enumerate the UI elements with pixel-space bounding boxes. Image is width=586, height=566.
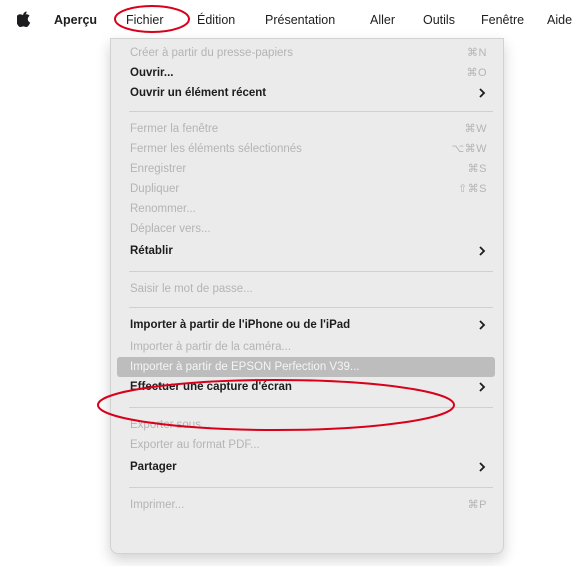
menu-separator: [129, 487, 493, 488]
menu-item-label: Saisir le mot de passe...: [130, 283, 253, 295]
menu-item-label: Importer à partir de la caméra...: [130, 341, 292, 353]
menu-bar: Aperçu Fichier Édition Présentation Alle…: [0, 0, 586, 38]
menu-separator: [129, 271, 493, 272]
menu-separator: [129, 407, 493, 408]
menu-item-label: Ouvrir...: [130, 67, 174, 79]
menu-item-label: Déplacer vers...: [130, 223, 211, 235]
fichier-dropdown-menu: Créer à partir du presse-papiers ⌘N Ouvr…: [110, 38, 504, 554]
menu-item-shortcut: ⌘W: [464, 123, 487, 135]
chevron-right-icon: [479, 320, 486, 330]
menu-fenetre[interactable]: Fenêtre: [481, 12, 524, 28]
menu-item-save: Enregistrer ⌘S: [117, 159, 495, 179]
menu-item-label: Enregistrer: [130, 163, 187, 175]
menu-item-open[interactable]: Ouvrir... ⌘O: [117, 63, 495, 83]
menu-aperçu[interactable]: Aperçu: [54, 12, 97, 28]
menu-item-label: Imprimer...: [130, 499, 185, 511]
menu-item-take-screenshot[interactable]: Effectuer une capture d'écran: [117, 377, 495, 397]
menu-item-shortcut: ⌘N: [467, 47, 487, 59]
menu-item-shortcut: ⌘O: [466, 67, 487, 79]
chevron-right-icon: [479, 462, 486, 472]
menu-presentation[interactable]: Présentation: [265, 12, 335, 28]
menu-item-export-as: Exporter sous...: [117, 415, 495, 435]
menu-aller[interactable]: Aller: [370, 12, 395, 28]
menu-item-duplicate: Dupliquer ⇧⌘S: [117, 179, 495, 199]
menu-item-label: Fermer les éléments sélectionnés: [130, 143, 302, 155]
menu-item-print: Imprimer... ⌘P: [117, 495, 495, 515]
menu-aide[interactable]: Aide: [547, 12, 572, 28]
menu-item-open-recent[interactable]: Ouvrir un élément récent: [117, 83, 495, 103]
menu-item-shortcut: ⌘P: [467, 499, 487, 511]
chevron-right-icon: [479, 88, 486, 98]
menu-item-close-window: Fermer la fenêtre ⌘W: [117, 119, 495, 139]
menu-item-import-iphone-ipad[interactable]: Importer à partir de l'iPhone ou de l'iP…: [117, 315, 495, 335]
menu-item-label: Dupliquer: [130, 183, 180, 195]
menu-item-shortcut: ⇧⌘S: [457, 183, 487, 195]
menu-item-label: Fermer la fenêtre: [130, 123, 219, 135]
chevron-right-icon: [479, 382, 486, 392]
menu-item-import-epson-scanner[interactable]: Importer à partir de EPSON Perfection V3…: [117, 357, 495, 377]
menu-item-revert[interactable]: Rétablir: [117, 241, 495, 261]
menu-item-import-camera: Importer à partir de la caméra...: [117, 337, 495, 357]
menu-item-label: Exporter au format PDF...: [130, 439, 260, 451]
menu-item-close-selected: Fermer les éléments sélectionnés ⌥⌘W: [117, 139, 495, 159]
menu-item-label: Effectuer une capture d'écran: [130, 381, 292, 393]
menu-item-create-from-clipboard: Créer à partir du presse-papiers ⌘N: [117, 43, 495, 63]
menu-item-enter-password: Saisir le mot de passe...: [117, 279, 495, 299]
menu-separator: [129, 111, 493, 112]
apple-logo-icon[interactable]: [17, 11, 31, 27]
menu-item-rename: Renommer...: [117, 199, 495, 219]
menu-item-label: Ouvrir un élément récent: [130, 87, 267, 99]
menu-item-move-to: Déplacer vers...: [117, 219, 495, 239]
menu-item-label: Rétablir: [130, 245, 173, 257]
menu-item-share[interactable]: Partager: [117, 457, 495, 477]
menu-edition[interactable]: Édition: [197, 12, 235, 28]
menu-fichier[interactable]: Fichier: [126, 12, 164, 28]
menu-item-shortcut: ⌘S: [467, 163, 487, 175]
menu-item-label: Créer à partir du presse-papiers: [130, 47, 293, 59]
menu-item-label: Renommer...: [130, 203, 196, 215]
menu-item-shortcut: ⌥⌘W: [451, 143, 487, 155]
chevron-right-icon: [479, 246, 486, 256]
menu-item-label: Exporter sous...: [130, 419, 211, 431]
menu-outils[interactable]: Outils: [423, 12, 455, 28]
menu-separator: [129, 307, 493, 308]
menu-item-label: Importer à partir de l'iPhone ou de l'iP…: [130, 319, 351, 331]
screen: Aperçu Fichier Édition Présentation Alle…: [0, 0, 586, 566]
menu-item-label: Partager: [130, 461, 177, 473]
menu-item-label: Importer à partir de EPSON Perfection V3…: [130, 361, 360, 373]
menu-item-export-pdf: Exporter au format PDF...: [117, 435, 495, 455]
